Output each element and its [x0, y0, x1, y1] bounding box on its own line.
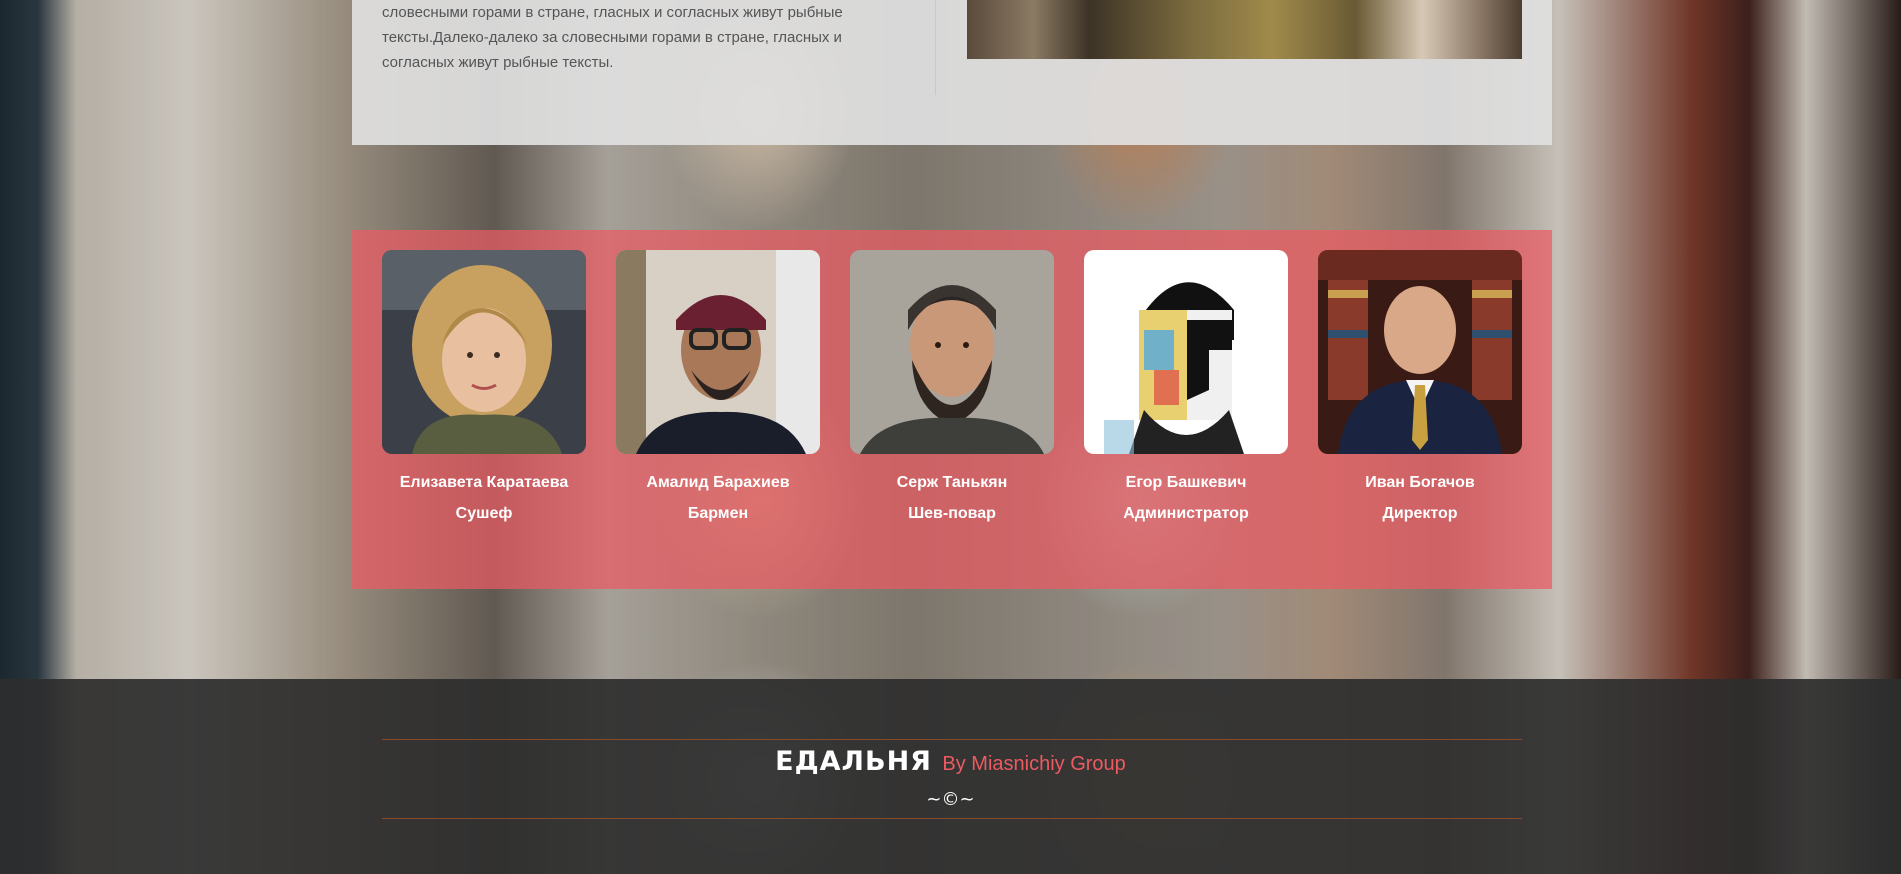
- footer-brand: ЕДАЛЬНЯ By Miasnichiy Group: [0, 746, 1901, 777]
- member-role: Шев-повар: [908, 505, 996, 522]
- about-photo: [967, 0, 1522, 59]
- footer-divider-bottom: [382, 818, 1522, 819]
- team-section: Елизавета Каратаева Сушеф Амалид Барахие…: [352, 230, 1552, 589]
- copyright-text: ~©~: [926, 789, 975, 810]
- member-name: Иван Богачов: [1365, 474, 1475, 491]
- team-member-card: Иван Богачов Директор: [1318, 250, 1522, 529]
- footer: ЕДАЛЬНЯ By Miasnichiy Group ~©~: [0, 679, 1901, 874]
- member-photo: [850, 250, 1054, 454]
- member-name: Елизавета Каратаева: [399, 474, 569, 491]
- member-name: Егор Башкевич: [1125, 474, 1247, 491]
- team-member-card: Серж Танькян Шев-повар: [850, 250, 1054, 529]
- member-name: Серж Танькян: [896, 474, 1008, 491]
- member-photo: [1084, 250, 1288, 454]
- member-role: Сушеф: [455, 505, 513, 522]
- member-photo: [382, 250, 586, 454]
- member-name: Амалид Барахиев: [646, 474, 790, 491]
- about-divider: [935, 0, 936, 95]
- member-role: Директор: [1382, 505, 1458, 522]
- about-text: словесными горами в стране, гласных и со…: [382, 4, 843, 71]
- member-role: Администратор: [1123, 505, 1249, 522]
- team-member-card: Егор Башкевич Администратор: [1084, 250, 1288, 529]
- brand-name: ЕДАЛЬНЯ: [775, 746, 932, 777]
- member-photo: [616, 250, 820, 454]
- about-section: словесными горами в стране, гласных и со…: [352, 0, 1552, 145]
- member-role: Бармен: [687, 505, 749, 522]
- brand-group: By Miasnichiy Group: [942, 753, 1126, 775]
- footer-divider-top: [382, 739, 1522, 740]
- team-member-card: Амалид Барахиев Бармен: [616, 250, 820, 529]
- team-member-card: Елизавета Каратаева Сушеф: [382, 250, 586, 529]
- member-photo: [1318, 250, 1522, 454]
